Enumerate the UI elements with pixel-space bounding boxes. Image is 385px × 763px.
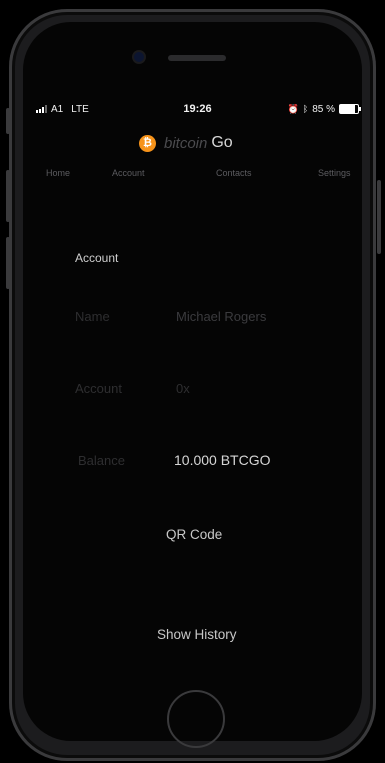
carrier-label: A1 [51,103,64,115]
front-camera [134,52,144,62]
bitcoin-coin-icon: ₿ [139,134,156,152]
status-bar: A1 LTE 19:26 ⏰ ᛒ 85 % [36,102,361,116]
battery-icon [339,104,361,114]
alarm-clock-icon: ⏰ [287,103,299,114]
clock: 19:26 [183,103,212,115]
show-history-button[interactable]: Show History [157,627,237,642]
account-label: Account [75,381,122,396]
nav-contacts[interactable]: Contacts [216,168,252,178]
power-button [377,180,381,254]
nav-settings[interactable]: Settings [318,168,351,178]
nav-home[interactable]: Home [46,168,70,178]
qr-code-button[interactable]: QR Code [166,527,222,542]
top-nav: Home Account Contacts Settings [0,168,385,182]
account-value: 0x [176,381,190,396]
bluetooth-icon: ᛒ [302,104,309,114]
network-label: LTE [71,103,89,115]
mute-switch [6,108,10,134]
logo-suffix: Go [211,134,233,151]
nav-account[interactable]: Account [112,168,145,178]
logo-text: bitcoin [164,134,208,152]
earpiece-speaker [168,55,226,61]
balance-label: Balance [78,453,125,468]
name-label: Name [75,309,110,324]
app-logo: ₿ bitcoin Go [139,134,233,152]
signal-bars-icon [36,105,47,113]
battery-percent: 85 % [312,103,335,115]
home-button[interactable] [167,690,225,748]
name-value: Michael Rogers [176,309,267,324]
section-title: Account [75,251,119,265]
balance-value: 10.000 BTCGO [174,452,271,468]
volume-down-button [6,237,10,289]
